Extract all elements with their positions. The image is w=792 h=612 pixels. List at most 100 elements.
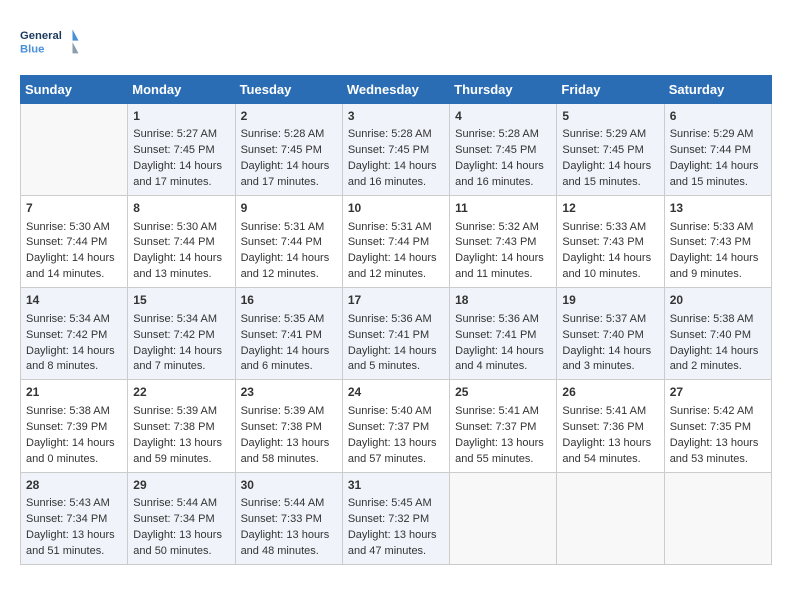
- day-info: Daylight: 13 hours: [241, 436, 337, 452]
- day-number: 11: [455, 200, 551, 217]
- day-number: 2: [241, 108, 337, 125]
- calendar-cell: 3Sunrise: 5:28 AMSunset: 7:45 PMDaylight…: [342, 104, 449, 196]
- day-info: Daylight: 14 hours: [348, 159, 444, 175]
- day-info: and 59 minutes.: [133, 452, 229, 468]
- day-info: Daylight: 14 hours: [348, 344, 444, 360]
- day-info: Sunrise: 5:29 AM: [562, 127, 658, 143]
- day-number: 26: [562, 384, 658, 401]
- calendar-cell: 13Sunrise: 5:33 AMSunset: 7:43 PMDayligh…: [664, 196, 771, 288]
- day-number: 7: [26, 200, 122, 217]
- day-info: Sunset: 7:38 PM: [241, 420, 337, 436]
- calendar-cell: 16Sunrise: 5:35 AMSunset: 7:41 PMDayligh…: [235, 288, 342, 380]
- day-info: Sunrise: 5:45 AM: [348, 496, 444, 512]
- weekday-header: Friday: [557, 76, 664, 104]
- weekday-header: Thursday: [450, 76, 557, 104]
- day-number: 4: [455, 108, 551, 125]
- day-info: and 16 minutes.: [455, 175, 551, 191]
- day-info: and 13 minutes.: [133, 267, 229, 283]
- calendar-week-row: 7Sunrise: 5:30 AMSunset: 7:44 PMDaylight…: [21, 196, 772, 288]
- calendar-cell: [664, 472, 771, 564]
- day-info: Daylight: 14 hours: [670, 251, 766, 267]
- page-header: General Blue: [20, 20, 772, 65]
- day-info: Sunset: 7:43 PM: [670, 235, 766, 251]
- day-info: Sunset: 7:40 PM: [562, 328, 658, 344]
- day-info: Sunset: 7:37 PM: [348, 420, 444, 436]
- day-info: Daylight: 14 hours: [670, 344, 766, 360]
- day-info: Daylight: 13 hours: [348, 436, 444, 452]
- day-info: Sunset: 7:37 PM: [455, 420, 551, 436]
- day-info: Sunrise: 5:40 AM: [348, 404, 444, 420]
- calendar-cell: 28Sunrise: 5:43 AMSunset: 7:34 PMDayligh…: [21, 472, 128, 564]
- day-number: 5: [562, 108, 658, 125]
- calendar-cell: 27Sunrise: 5:42 AMSunset: 7:35 PMDayligh…: [664, 380, 771, 472]
- day-number: 9: [241, 200, 337, 217]
- calendar-cell: [21, 104, 128, 196]
- day-info: Sunset: 7:36 PM: [562, 420, 658, 436]
- day-info: Sunrise: 5:29 AM: [670, 127, 766, 143]
- day-info: and 47 minutes.: [348, 544, 444, 560]
- day-info: Daylight: 14 hours: [455, 344, 551, 360]
- calendar-cell: 1Sunrise: 5:27 AMSunset: 7:45 PMDaylight…: [128, 104, 235, 196]
- day-info: Daylight: 14 hours: [562, 251, 658, 267]
- day-info: Sunset: 7:43 PM: [562, 235, 658, 251]
- day-info: Sunrise: 5:37 AM: [562, 312, 658, 328]
- day-info: Sunset: 7:44 PM: [670, 143, 766, 159]
- weekday-header: Wednesday: [342, 76, 449, 104]
- day-info: Daylight: 14 hours: [26, 436, 122, 452]
- day-info: Sunrise: 5:41 AM: [562, 404, 658, 420]
- day-number: 29: [133, 477, 229, 494]
- calendar-cell: 21Sunrise: 5:38 AMSunset: 7:39 PMDayligh…: [21, 380, 128, 472]
- day-info: and 3 minutes.: [562, 359, 658, 375]
- calendar-header: SundayMondayTuesdayWednesdayThursdayFrid…: [21, 76, 772, 104]
- day-info: and 11 minutes.: [455, 267, 551, 283]
- calendar-week-row: 14Sunrise: 5:34 AMSunset: 7:42 PMDayligh…: [21, 288, 772, 380]
- day-info: Sunset: 7:41 PM: [241, 328, 337, 344]
- day-number: 28: [26, 477, 122, 494]
- day-number: 23: [241, 384, 337, 401]
- day-info: Sunset: 7:45 PM: [348, 143, 444, 159]
- day-info: and 17 minutes.: [241, 175, 337, 191]
- calendar-cell: 7Sunrise: 5:30 AMSunset: 7:44 PMDaylight…: [21, 196, 128, 288]
- day-info: Daylight: 14 hours: [455, 251, 551, 267]
- day-info: Sunrise: 5:36 AM: [348, 312, 444, 328]
- day-info: Daylight: 14 hours: [670, 159, 766, 175]
- calendar-week-row: 21Sunrise: 5:38 AMSunset: 7:39 PMDayligh…: [21, 380, 772, 472]
- day-info: Sunrise: 5:28 AM: [348, 127, 444, 143]
- day-info: Sunset: 7:44 PM: [133, 235, 229, 251]
- logo: General Blue: [20, 20, 80, 65]
- day-info: and 2 minutes.: [670, 359, 766, 375]
- day-info: Sunrise: 5:36 AM: [455, 312, 551, 328]
- day-info: Sunrise: 5:42 AM: [670, 404, 766, 420]
- day-info: Sunset: 7:41 PM: [348, 328, 444, 344]
- calendar-cell: 12Sunrise: 5:33 AMSunset: 7:43 PMDayligh…: [557, 196, 664, 288]
- calendar-cell: 26Sunrise: 5:41 AMSunset: 7:36 PMDayligh…: [557, 380, 664, 472]
- day-number: 12: [562, 200, 658, 217]
- day-info: Daylight: 14 hours: [26, 344, 122, 360]
- day-number: 30: [241, 477, 337, 494]
- calendar-cell: 9Sunrise: 5:31 AMSunset: 7:44 PMDaylight…: [235, 196, 342, 288]
- day-info: Sunset: 7:34 PM: [26, 512, 122, 528]
- day-info: Daylight: 14 hours: [241, 344, 337, 360]
- day-info: Sunrise: 5:34 AM: [26, 312, 122, 328]
- day-info: and 12 minutes.: [348, 267, 444, 283]
- day-info: Sunset: 7:44 PM: [26, 235, 122, 251]
- day-info: and 50 minutes.: [133, 544, 229, 560]
- day-info: Sunrise: 5:33 AM: [670, 220, 766, 236]
- day-info: and 57 minutes.: [348, 452, 444, 468]
- day-info: Daylight: 14 hours: [241, 251, 337, 267]
- day-info: Sunset: 7:38 PM: [133, 420, 229, 436]
- day-info: Daylight: 14 hours: [241, 159, 337, 175]
- day-info: Sunset: 7:44 PM: [241, 235, 337, 251]
- day-info: Sunset: 7:42 PM: [26, 328, 122, 344]
- day-info: Daylight: 14 hours: [562, 159, 658, 175]
- day-info: Sunrise: 5:38 AM: [670, 312, 766, 328]
- calendar-cell: 8Sunrise: 5:30 AMSunset: 7:44 PMDaylight…: [128, 196, 235, 288]
- day-info: and 6 minutes.: [241, 359, 337, 375]
- day-info: and 55 minutes.: [455, 452, 551, 468]
- day-info: and 10 minutes.: [562, 267, 658, 283]
- day-info: Sunrise: 5:43 AM: [26, 496, 122, 512]
- day-info: Sunrise: 5:31 AM: [348, 220, 444, 236]
- day-number: 19: [562, 292, 658, 309]
- day-info: and 8 minutes.: [26, 359, 122, 375]
- day-info: and 58 minutes.: [241, 452, 337, 468]
